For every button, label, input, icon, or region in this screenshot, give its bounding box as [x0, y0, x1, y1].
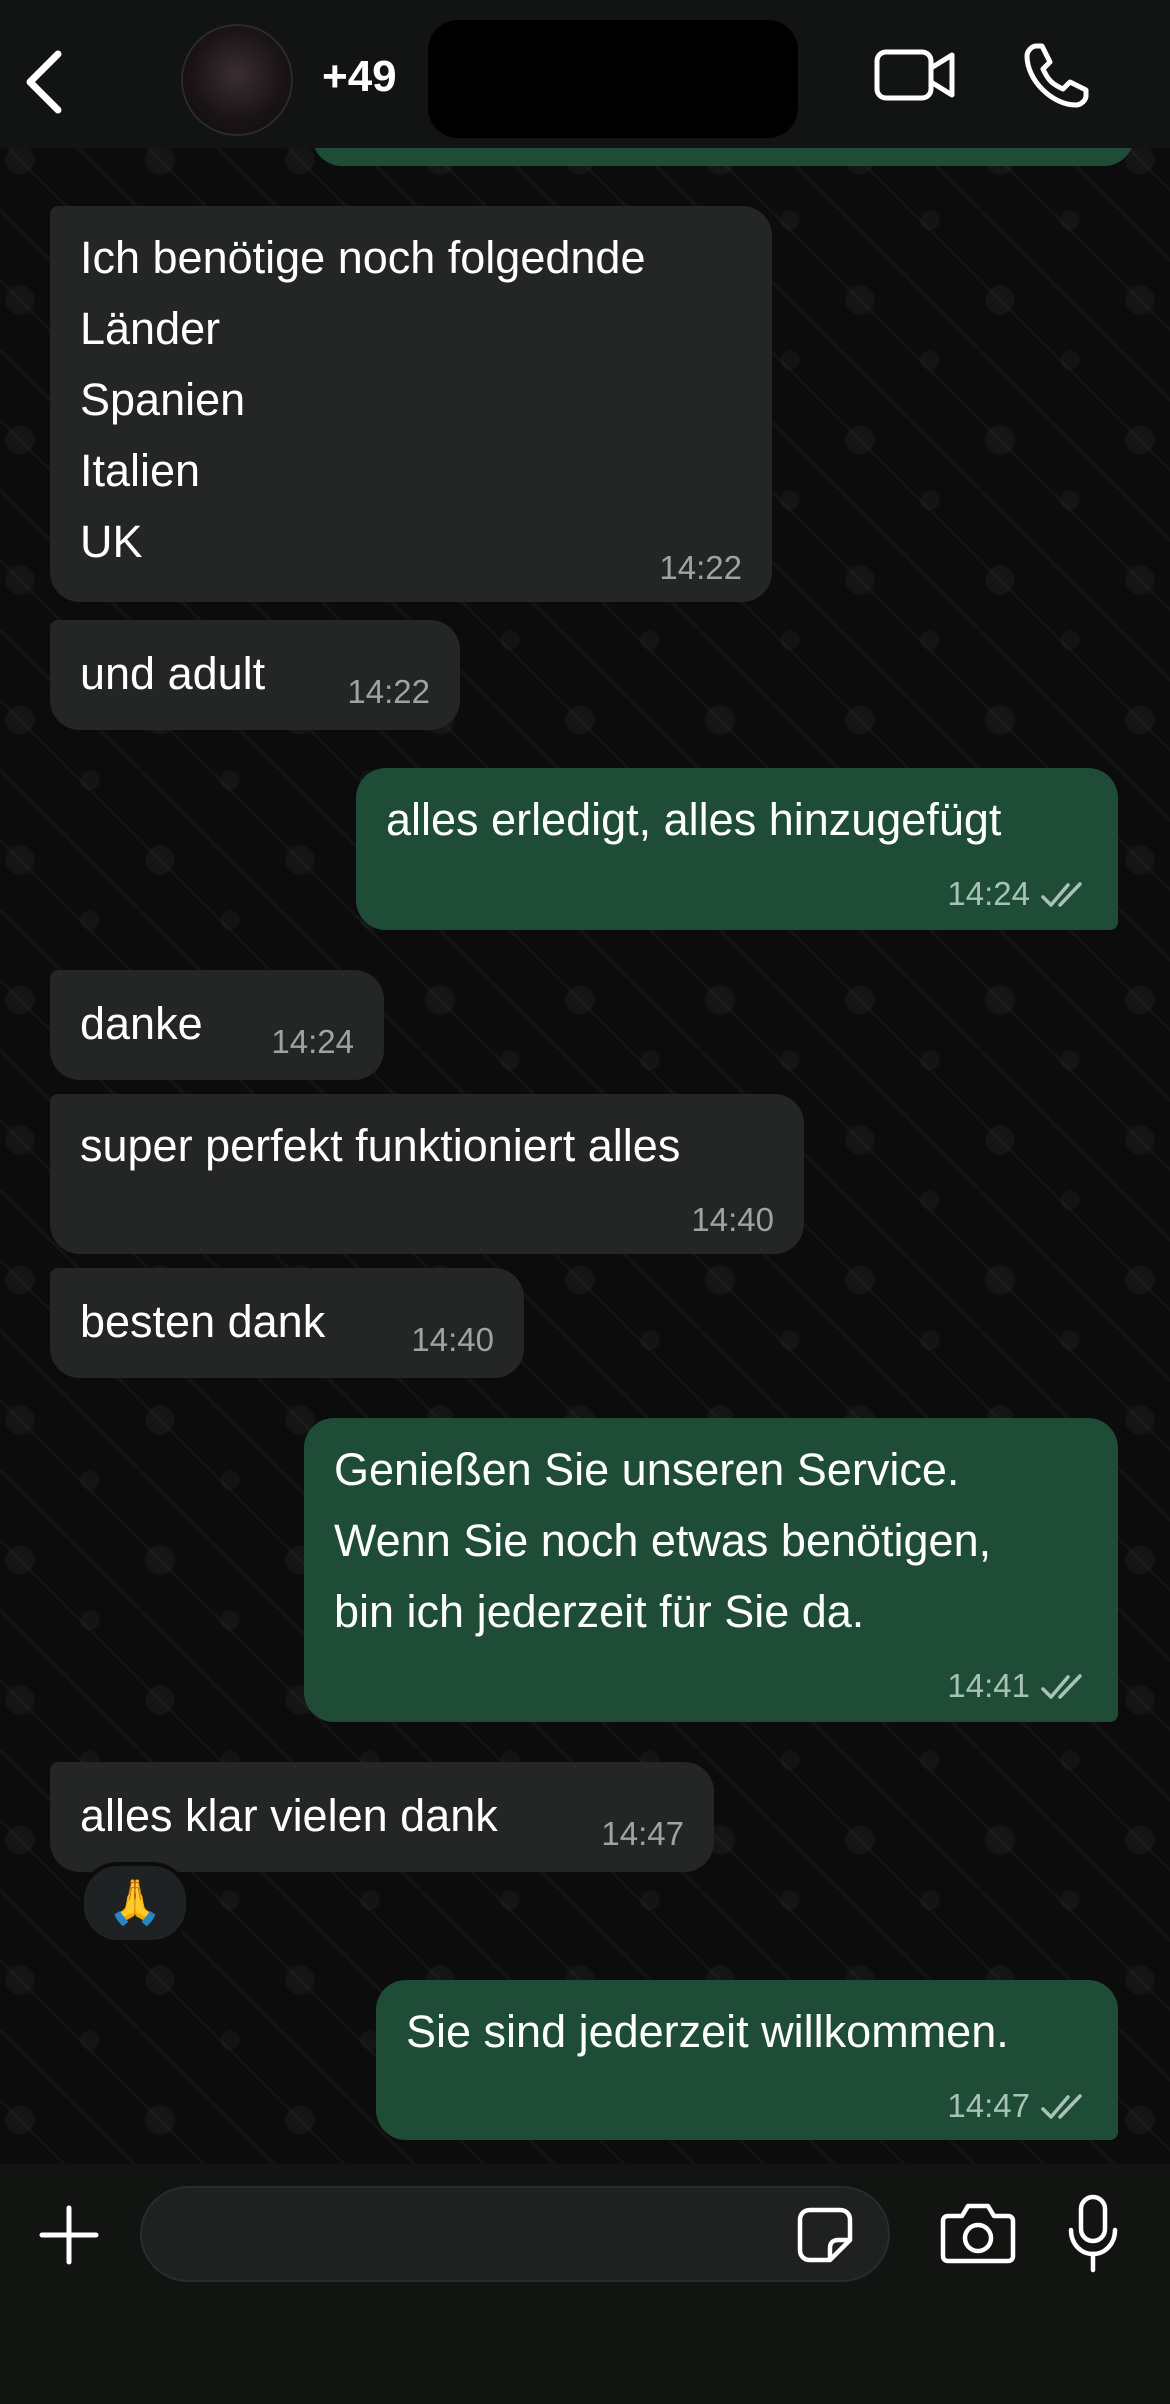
- attach-button[interactable]: [36, 2202, 102, 2268]
- chevron-left-icon: [26, 50, 62, 114]
- message-text: und adult: [80, 648, 266, 699]
- message-time: 14:40: [691, 1201, 774, 1238]
- message-bubble-incoming[interactable]: besten dank 14:40: [50, 1268, 524, 1378]
- message-input[interactable]: [140, 2186, 890, 2282]
- avatar[interactable]: [181, 24, 293, 136]
- message-bubble-incoming[interactable]: und adult 14:22: [50, 620, 460, 730]
- message-bubble-outgoing[interactable]: Genießen Sie unseren Service. Wenn Sie n…: [304, 1418, 1118, 1722]
- message-text: super perfekt funktioniert alles: [80, 1120, 681, 1171]
- chat-header: +49: [0, 0, 1170, 148]
- microphone-icon: [1068, 2194, 1118, 2273]
- message-text: alles klar vielen dank: [80, 1790, 498, 1841]
- video-call-button[interactable]: [873, 44, 957, 106]
- message-text: danke: [80, 998, 203, 1049]
- read-receipt-icon: [1041, 1674, 1082, 1699]
- message-time: 14:41: [947, 1667, 1030, 1704]
- message-text: Genießen Sie unseren Service. Wenn Sie n…: [334, 1444, 992, 1637]
- read-receipt-icon: [1041, 882, 1082, 907]
- message-bubble-incoming[interactable]: alles klar vielen dank 14:47: [50, 1762, 714, 1872]
- message-bubble-outgoing[interactable]: alles erledigt, alles hinzugefügt 14:24: [356, 768, 1118, 930]
- message-bubble-outgoing[interactable]: Sie sind jederzeit willkommen. 14:47: [376, 1980, 1118, 2140]
- video-camera-icon: [874, 49, 955, 101]
- contact-name[interactable]: +49: [322, 52, 397, 102]
- message-bubble-incoming[interactable]: super perfekt funktioniert alles 14:40: [50, 1094, 804, 1254]
- camera-button[interactable]: [940, 2200, 1016, 2264]
- message-bubble-incoming[interactable]: Ich benötige noch folgednde Länder Spani…: [50, 206, 772, 602]
- message-text: besten dank: [80, 1296, 326, 1347]
- sticker-icon: [797, 2207, 853, 2263]
- message-time: 14:24: [271, 1023, 354, 1060]
- redaction-mark: [428, 20, 798, 138]
- message-time: 14:47: [601, 1815, 684, 1852]
- message-reaction[interactable]: 🙏: [80, 1862, 190, 1944]
- message-text: alles erledigt, alles hinzugefügt: [386, 794, 1002, 845]
- message-time: 14:22: [659, 549, 742, 586]
- voice-call-button[interactable]: [1022, 40, 1092, 110]
- message-text: Ich benötige noch folgednde Länder Spani…: [80, 232, 646, 567]
- message-time: 14:22: [347, 673, 430, 710]
- message-text: Sie sind jederzeit willkommen.: [406, 2006, 1009, 2057]
- plus-icon: [39, 2205, 99, 2265]
- camera-icon: [940, 2203, 1016, 2264]
- message-time: 14:40: [411, 1321, 494, 1358]
- message-time: 14:47: [947, 2087, 1030, 2124]
- phone-icon: [1024, 43, 1089, 108]
- message-time: 14:24: [947, 875, 1030, 912]
- read-receipt-icon: [1041, 2094, 1082, 2119]
- back-button[interactable]: [18, 40, 78, 120]
- microphone-button[interactable]: [1066, 2194, 1120, 2274]
- sticker-button[interactable]: [796, 2206, 854, 2264]
- message-bubble-incoming[interactable]: danke 14:24: [50, 970, 384, 1080]
